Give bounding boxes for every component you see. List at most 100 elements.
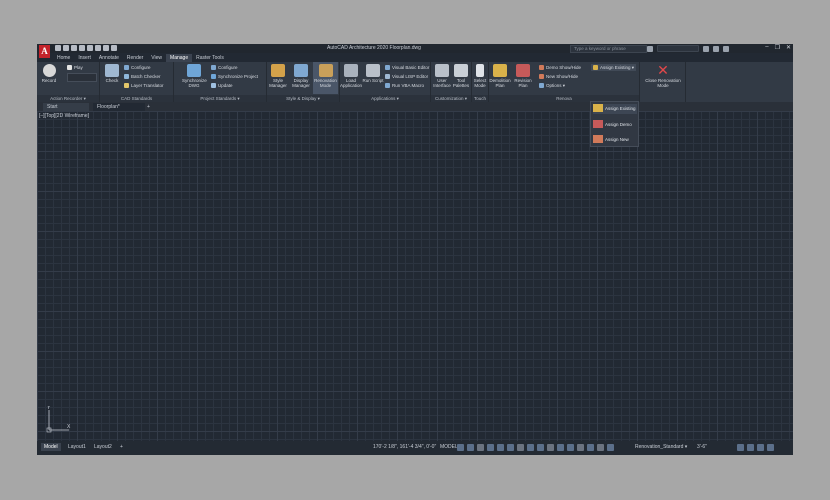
isodraft-icon[interactable] <box>507 444 514 451</box>
minimize-icon[interactable]: – <box>765 44 768 51</box>
macro-list[interactable] <box>67 73 97 82</box>
run-script-icon <box>366 64 380 77</box>
record-button[interactable]: Record <box>38 64 60 83</box>
isolate-objects-icon[interactable] <box>737 444 744 451</box>
new-show-hide-button[interactable]: New Show/Hide <box>539 73 578 80</box>
object-snap-tracking-icon[interactable] <box>517 444 524 451</box>
renovation-mode-button[interactable]: Renovation Mode <box>313 62 338 94</box>
run-vba-macro-button[interactable]: Run VBA Macro <box>385 82 424 89</box>
play-button[interactable]: Play <box>67 64 83 71</box>
demo-show-hide-button[interactable]: Demo Show/Hide <box>539 64 581 71</box>
clean-screen-icon[interactable] <box>757 444 764 451</box>
grid-icon[interactable] <box>457 444 464 451</box>
configure-standards-button[interactable]: Configure <box>124 64 151 71</box>
update-button[interactable]: Update <box>211 82 233 89</box>
snap-icon[interactable] <box>467 444 474 451</box>
ortho-icon[interactable] <box>487 444 494 451</box>
layout2-tab[interactable]: Layout2 <box>91 443 115 451</box>
tab-manage[interactable]: Manage <box>166 54 193 62</box>
dropdown-assign-demo[interactable]: Assign Demo <box>593 120 637 130</box>
auto-scale-icon[interactable] <box>577 444 584 451</box>
project-standards-title: Project Standards ▾ <box>174 95 266 102</box>
synchronize-project-icon <box>211 74 216 79</box>
display-manager-button[interactable]: Display Manager <box>290 64 312 88</box>
floorplan-tab[interactable]: Floorplan* <box>93 103 145 111</box>
batch-checker-button[interactable]: Batch Checker <box>124 73 161 80</box>
tab-insert[interactable]: Insert <box>74 54 95 62</box>
polar-icon[interactable] <box>497 444 504 451</box>
tab-view[interactable]: View <box>147 54 166 62</box>
autocad-logo[interactable]: A <box>39 45 50 58</box>
cart-icon[interactable] <box>703 45 709 52</box>
options-button[interactable]: Options ▾ <box>539 82 565 89</box>
infer-icon[interactable] <box>477 444 484 451</box>
tab-render[interactable]: Render <box>123 54 147 62</box>
transparency-icon[interactable] <box>547 444 554 451</box>
start-tab[interactable]: Start <box>43 103 89 111</box>
new-icon[interactable] <box>55 45 61 51</box>
visual-lisp-editor-button[interactable]: Visual LISP Editor <box>385 73 428 80</box>
model-space-toggle[interactable]: MODEL <box>440 444 458 450</box>
tab-home[interactable]: Home <box>53 54 74 62</box>
help-icon[interactable] <box>723 45 729 52</box>
assign-existing-button[interactable]: Assign Existing ▾ <box>591 64 637 71</box>
tab-annotate[interactable]: Annotate <box>95 54 123 62</box>
annotation-scale-icon[interactable] <box>587 444 594 451</box>
revision-plan-button[interactable]: Revision Plan <box>512 64 534 88</box>
display-configuration[interactable]: Renovation_Standard ▾ <box>635 444 687 450</box>
tool-palettes-label: Tool Palettes <box>452 78 470 88</box>
close-icon[interactable]: ✕ <box>786 44 791 51</box>
close-renovation-panel: ✕ Close Renovation Mode <box>640 62 686 102</box>
lineweight-icon[interactable] <box>537 444 544 451</box>
open-icon[interactable] <box>63 45 69 51</box>
customization-icon[interactable] <box>767 444 774 451</box>
restore-icon[interactable]: ❐ <box>775 44 780 51</box>
close-renovation-mode-button[interactable]: ✕ Close Renovation Mode <box>643 63 683 88</box>
demolition-plan-button[interactable]: Demolition Plan <box>489 64 511 88</box>
dropdown-assign-existing[interactable]: Assign Existing <box>593 104 637 114</box>
user-icon[interactable] <box>647 45 653 52</box>
add-layout-button[interactable]: + <box>117 443 126 451</box>
synchronize-dwg-button[interactable]: Synchronize DWG <box>182 64 207 88</box>
layer-translator-button[interactable]: Layer Translator <box>124 82 164 89</box>
status-bar: Model Layout1 Layout2 + 170'-2 1/8", 161… <box>37 441 793 455</box>
redo-icon[interactable] <box>103 45 109 51</box>
hand-pointer-icon <box>476 64 484 77</box>
tab-raster-tools[interactable]: Raster Tools <box>192 54 228 62</box>
model-layout-tab[interactable]: Model <box>41 443 61 451</box>
annotation-visibility-icon[interactable] <box>567 444 574 451</box>
object-snap-icon[interactable] <box>527 444 534 451</box>
layout1-tab[interactable]: Layout1 <box>65 443 89 451</box>
synchronize-project-button[interactable]: Synchronize Project <box>211 73 258 80</box>
viewport-controls[interactable]: [–][Top][2D Wireframe] <box>39 113 89 119</box>
workspace-gear-icon[interactable] <box>597 444 604 451</box>
new-tab-button[interactable]: + <box>143 103 155 111</box>
crosshair-icon[interactable] <box>607 444 614 451</box>
undo-icon[interactable] <box>95 45 101 51</box>
cut-plane-height[interactable]: 3'-6" <box>697 444 707 450</box>
save-as-icon[interactable] <box>79 45 85 51</box>
visual-basic-editor-button[interactable]: Visual Basic Editor <box>385 64 429 71</box>
run-script-button[interactable]: Run Script <box>362 64 384 83</box>
sign-in-field[interactable] <box>657 45 699 52</box>
project-standards-panel: Synchronize DWG Configure Synchronize Pr… <box>174 62 267 102</box>
select-mode-button[interactable]: Select Mode <box>469 64 491 88</box>
style-manager-button[interactable]: Style Manager <box>267 64 289 88</box>
demo-show-hide-label: Demo Show/Hide <box>546 65 582 70</box>
configure-project-button[interactable]: Configure <box>211 64 238 71</box>
selection-cycling-icon[interactable] <box>557 444 564 451</box>
title-toolbar-icons <box>647 45 729 52</box>
dropdown-assign-new[interactable]: Assign New <box>593 135 637 143</box>
renovation-mode-label: Renovation Mode <box>314 78 337 88</box>
search-input[interactable]: Type a keyword or phrase <box>570 45 647 53</box>
plot-icon[interactable] <box>87 45 93 51</box>
share-icon[interactable] <box>111 45 117 51</box>
drawing-canvas[interactable]: [–][Top][2D Wireframe] Y X <box>37 111 793 441</box>
configure-icon <box>124 65 129 70</box>
exchange-icon[interactable] <box>713 45 719 52</box>
style-manager-label: Style Manager <box>269 78 287 88</box>
save-icon[interactable] <box>71 45 77 51</box>
hardware-acceleration-icon[interactable] <box>747 444 754 451</box>
check-button[interactable]: Check <box>101 64 123 83</box>
load-application-button[interactable]: Load Application <box>340 64 362 88</box>
